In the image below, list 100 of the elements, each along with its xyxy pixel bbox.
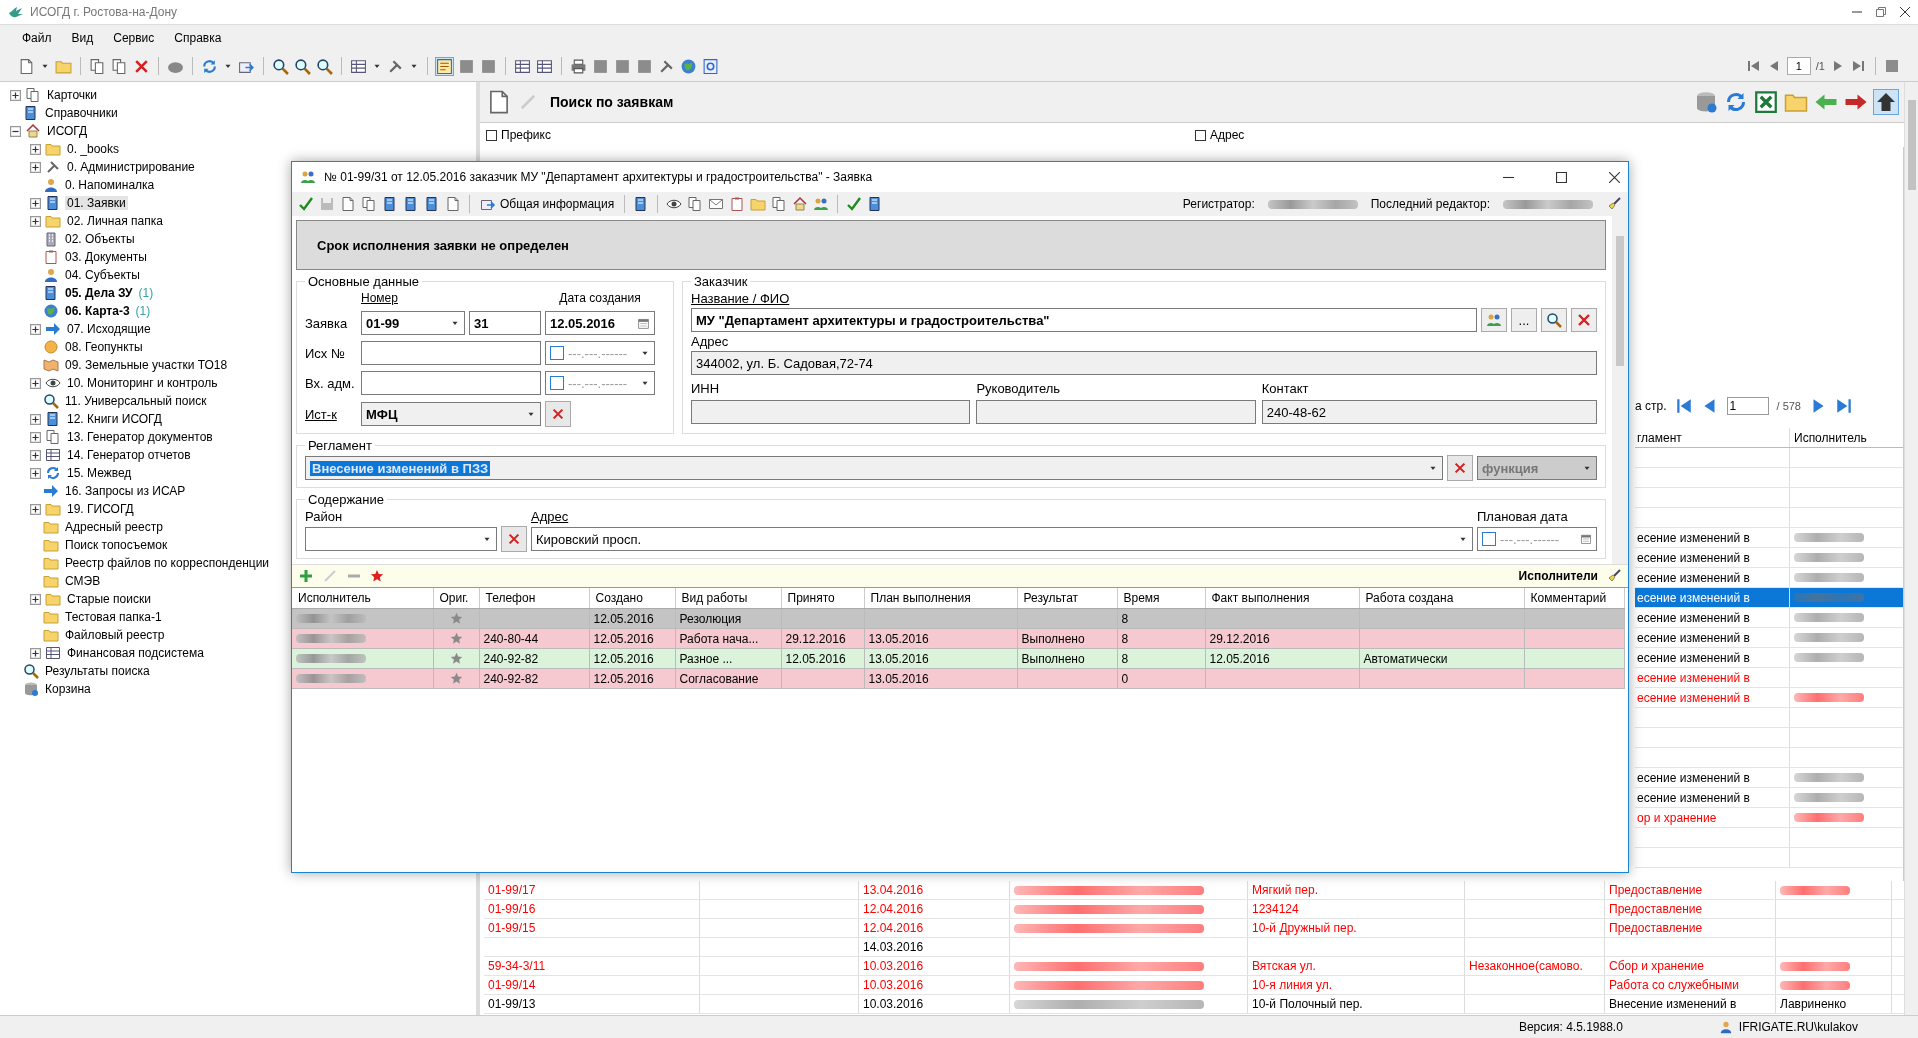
scrollbar[interactable]	[1904, 82, 1918, 1015]
clear-button[interactable]	[1571, 308, 1597, 332]
column-header[interactable]: Телефон	[479, 588, 589, 609]
page-field[interactable]: 1	[1726, 397, 1769, 415]
printer-icon[interactable]	[570, 57, 587, 75]
field-link[interactable]: Адрес	[531, 509, 1473, 524]
field-link[interactable]: Ист-к	[305, 406, 357, 422]
close-icon[interactable]	[1900, 7, 1910, 17]
tree-item[interactable]: 0. Администрирование	[65, 160, 197, 174]
tree-item[interactable]: Финансовая подсистема	[65, 646, 206, 660]
tree-item[interactable]: 07. Исходящие	[65, 322, 153, 336]
expand-icon[interactable]	[30, 197, 41, 209]
table-row[interactable]: 240-80-44 12.05.2016 Работа нача... 29.12.2016 13.05.2016 Выполнено 8 29.12.2016	[292, 628, 1624, 649]
customer-field[interactable]: МУ "Департамент архитектуры и градостроительства"	[691, 308, 1477, 332]
expand-icon[interactable]	[30, 431, 41, 443]
expand-icon[interactable]	[10, 89, 21, 101]
expand-icon[interactable]	[30, 215, 41, 227]
tree-item[interactable]: Старые поиски	[65, 592, 153, 606]
arrow-up-icon[interactable]	[1874, 90, 1898, 114]
copy-icon[interactable]	[111, 57, 128, 75]
column-link[interactable]: Номер	[361, 291, 465, 305]
table-icon[interactable]	[536, 57, 553, 75]
table-row[interactable]: есение изменений в	[1635, 588, 1903, 608]
table-row[interactable]: есение изменений в	[1635, 548, 1903, 568]
checkbox[interactable]	[1195, 129, 1206, 141]
tree-item[interactable]: 02. Объекты	[63, 232, 137, 246]
table-row[interactable]: есение изменений в	[1635, 528, 1903, 548]
brush-icon[interactable]	[1606, 568, 1622, 584]
expand-icon[interactable]	[30, 161, 41, 173]
tree-item[interactable]: СМЭВ	[63, 574, 103, 588]
check-icon[interactable]	[298, 196, 314, 212]
clipboard-icon[interactable]	[729, 196, 746, 212]
info-button[interactable]: Общая информация	[478, 196, 617, 212]
regulation-dropdown[interactable]: Внесение изменений в ПЗЗ	[305, 456, 1443, 480]
table-row[interactable]: есение изменений в	[1635, 608, 1903, 628]
square-icon[interactable]	[614, 57, 631, 75]
search-icon[interactable]	[316, 57, 333, 75]
tree-item[interactable]: Адресный реестр	[63, 520, 165, 534]
column-header[interactable]: Вид работы	[675, 588, 781, 609]
input-field[interactable]	[361, 341, 541, 365]
tree-item[interactable]: Файловый реестр	[63, 628, 167, 642]
expand-icon[interactable]	[30, 503, 41, 515]
copy-icon[interactable]	[89, 57, 106, 75]
menu-item[interactable]: Справка	[166, 29, 230, 47]
expand-icon[interactable]	[30, 323, 41, 335]
restore-icon[interactable]	[1876, 7, 1886, 17]
last-page-icon[interactable]	[1835, 397, 1853, 415]
input-field[interactable]	[976, 400, 1256, 424]
book-icon[interactable]	[382, 196, 398, 212]
table-row[interactable]: есение изменений в	[1635, 668, 1903, 688]
tree-item[interactable]: 0. _books	[65, 142, 122, 156]
clear-button[interactable]	[545, 401, 571, 427]
field-link[interactable]: Название / ФИО	[691, 291, 1597, 306]
last-page-icon[interactable]	[1851, 58, 1867, 74]
table-row[interactable]: ор и хранение	[1635, 808, 1903, 828]
tree-item[interactable]: 04. Субъекты	[63, 268, 142, 282]
tree-item[interactable]: Карточки	[45, 88, 100, 102]
expand-icon[interactable]	[30, 647, 41, 659]
column-header[interactable]: Работа создана	[1359, 588, 1524, 609]
tree-item[interactable]: 06. Карта-3	[63, 304, 132, 318]
table-icon[interactable]	[350, 57, 367, 75]
district-dropdown[interactable]	[305, 527, 497, 551]
tree-item[interactable]: 02. Личная папка	[65, 214, 165, 228]
date-picker[interactable]: 12.05.2016	[545, 311, 655, 335]
square-icon[interactable]	[592, 57, 609, 75]
column-header[interactable]: Ориг.	[433, 588, 479, 609]
globe-icon[interactable]	[680, 57, 697, 75]
collapse-icon[interactable]	[10, 125, 21, 137]
book-icon[interactable]	[403, 196, 419, 212]
copy-icon[interactable]	[687, 196, 704, 212]
tree-item[interactable]: 14. Генератор отчетов	[65, 448, 193, 462]
copy-icon[interactable]	[361, 196, 377, 212]
star-icon[interactable]	[370, 569, 384, 583]
tree-item[interactable]: Тестовая папка-1	[63, 610, 164, 624]
page-icon[interactable]	[445, 196, 461, 212]
page-icon[interactable]	[18, 57, 35, 75]
expand-icon[interactable]	[30, 143, 41, 155]
square-icon[interactable]	[480, 57, 497, 75]
table-row[interactable]: есение изменений в	[1635, 788, 1903, 808]
tree-item[interactable]: 09. Земельные участки ТО18	[63, 358, 230, 372]
envelope-icon[interactable]	[708, 196, 725, 212]
table-row[interactable]: есение изменений в	[1635, 628, 1903, 648]
scrollbar[interactable]	[1612, 216, 1628, 564]
book-icon[interactable]	[424, 196, 440, 212]
menu-item[interactable]: Файл	[14, 29, 60, 47]
square-icon[interactable]	[636, 57, 653, 75]
tree-item[interactable]: 19. ГИСОГД	[65, 502, 136, 516]
column-header[interactable]: Комментарий	[1524, 588, 1624, 609]
table-row[interactable]: есение изменений в	[1635, 688, 1903, 708]
column-header[interactable]: План выполнения	[864, 588, 1017, 609]
tree-item[interactable]: 11. Универсальный поиск	[63, 394, 209, 408]
tree-item[interactable]: 03. Документы	[63, 250, 149, 264]
close-icon[interactable]	[1609, 171, 1620, 183]
search-icon[interactable]	[272, 57, 289, 75]
expand-icon[interactable]	[30, 593, 41, 605]
tree-item[interactable]: 0. Напоминалка	[63, 178, 157, 192]
tree-item[interactable]: 13. Генератор документов	[65, 430, 215, 444]
input-field[interactable]	[361, 371, 541, 395]
tree-item[interactable]: Корзина	[43, 682, 93, 696]
column-header[interactable]: Создано	[589, 588, 675, 609]
